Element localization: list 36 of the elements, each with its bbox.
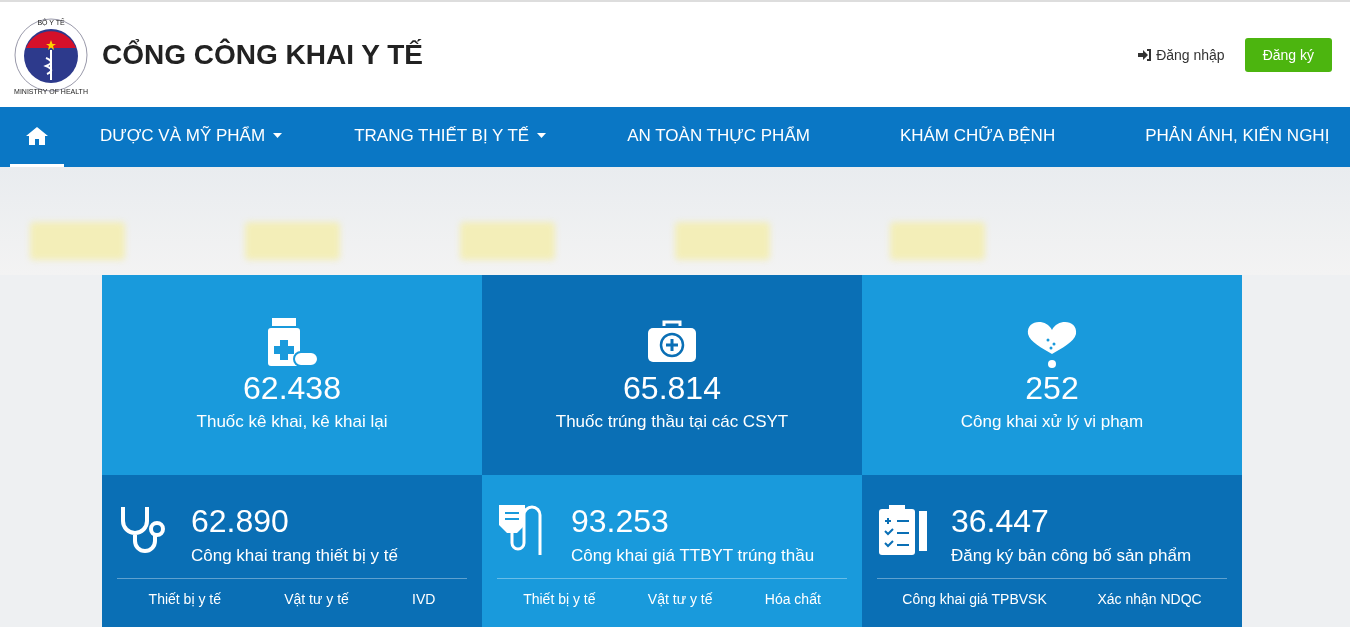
category-link[interactable]: Vật tư y tế (284, 591, 349, 607)
category-link[interactable]: Thiết bị y tế (148, 591, 221, 607)
login-icon (1138, 48, 1153, 61)
stat-value: 93.253 (571, 503, 670, 540)
stat-label: Công khai xử lý vi phạm (960, 412, 1144, 432)
nav-menu-item[interactable]: TRANG THIẾT BỊ Y TẾ (318, 107, 583, 167)
stat-tile[interactable]: 62.890 Công khai trang thiết bị y tế Thiết bị y tế Vật tư y tế IVD (102, 475, 482, 627)
category-link[interactable]: Hóa chất (764, 591, 821, 607)
category-link[interactable]: Công khai giá TPBVSK (902, 591, 1047, 607)
stat-label: Đăng ký bản công bố sản phẩm (951, 546, 1192, 566)
stat-tile[interactable]: 252 Công khai xử lý vi phạm (862, 275, 1242, 475)
nav-menu-item[interactable]: DƯỢC VÀ MỸ PHẨM (64, 107, 319, 167)
stat-value: 65.814 (623, 370, 721, 406)
stat-tile[interactable]: 62.438 Thuốc kê khai, kê khai lại (102, 275, 482, 475)
nav-menu-item[interactable]: PHẢN ÁNH, KIẾN NGHỊ (1100, 107, 1350, 167)
stat-label: Công khai giá TTBYT trúng thầu (571, 546, 815, 566)
category-link[interactable]: Vật tư y tế (647, 591, 713, 607)
category-link[interactable]: Xác nhận NDQC (1097, 591, 1202, 607)
home-icon (25, 125, 49, 146)
stat-value: 62.438 (243, 370, 341, 406)
register-button[interactable]: Đăng ký (1244, 37, 1332, 72)
stat-label: Thuốc kê khai, kê khai lại (196, 412, 388, 432)
nav-menu-item[interactable]: KHÁM CHỮA BỆNH (854, 107, 1101, 167)
stat-label: Thuốc trúng thầu tại các CSYT (555, 412, 789, 432)
stat-tile[interactable]: 93.253 Công khai giá TTBYT trúng thầu Thiết bị y tế Vật tư y tế Hóa chất (482, 475, 862, 627)
stat-tile[interactable]: 36.447 Đăng ký bản công bố sản phẩm Công khai giá TPBVSK Xác nhận NDQC (862, 475, 1242, 627)
category-link[interactable]: IVD (412, 591, 436, 607)
stat-value: 36.447 (951, 503, 1050, 540)
login-link[interactable]: Đăng nhập (1138, 46, 1225, 63)
stat-tile[interactable]: 65.814 Thuốc trúng thầu tại các CSYT (482, 275, 862, 475)
nav-menu-item[interactable]: AN TOÀN THỰC PHẨM (582, 107, 855, 167)
category-link[interactable]: Thiết bị y tế (523, 591, 596, 607)
site-title: CỔNG CÔNG KHAI Y TẾ (102, 38, 424, 71)
stat-label: Công khai trang thiết bị y tế (191, 546, 398, 566)
stat-value: 252 (1025, 370, 1079, 406)
stat-value: 62.890 (191, 503, 290, 540)
